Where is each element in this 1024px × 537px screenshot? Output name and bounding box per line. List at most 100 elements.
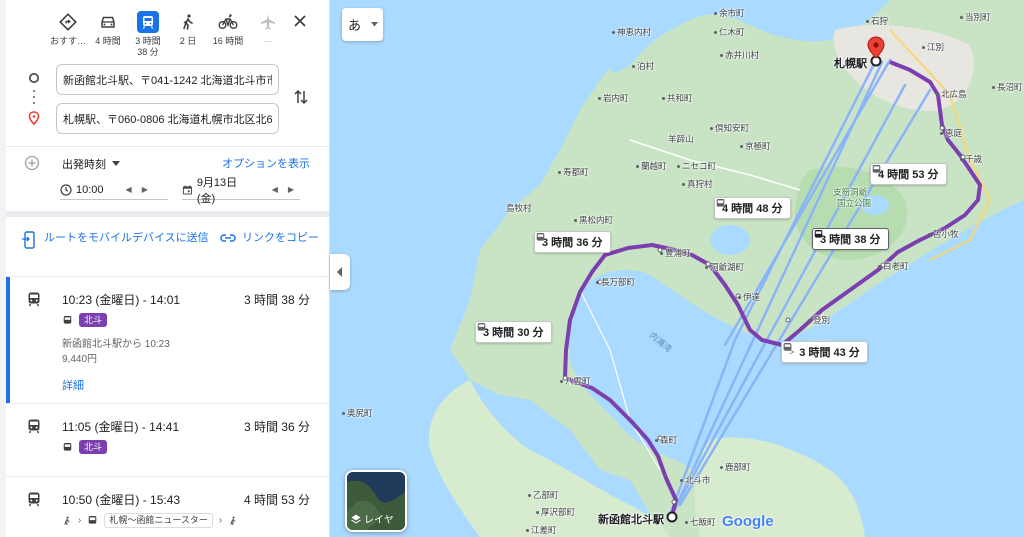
place-label: 苫小牧 (928, 228, 959, 240)
bus-icon (89, 516, 97, 524)
section-separator (6, 211, 329, 217)
place-label: 長沼町 (992, 81, 1023, 93)
route-callout-3h43[interactable]: > 3 時間 43 分 (781, 341, 868, 363)
origin-circle-icon (29, 73, 39, 83)
place-label: 赤井川村 (720, 49, 759, 61)
place-label: 乙部町 (528, 489, 559, 501)
train-small-icon (63, 315, 72, 324)
clock-icon (60, 183, 72, 196)
chevron-left-icon[interactable]: ◀ (126, 185, 132, 194)
swap-endpoints-button[interactable] (291, 86, 311, 108)
bus-icon (716, 199, 725, 207)
line-badge: 北斗 (79, 313, 108, 327)
route-callout-3h38-selected[interactable]: 3 時間 38 分 (812, 228, 889, 250)
route-time-range: 10:50 (金曜日) - 15:43 (62, 493, 181, 507)
route-duration: 4 時間 53 分 (243, 493, 310, 507)
send-to-mobile-button[interactable]: ルートをモバイルデバイスに送信 (22, 231, 212, 249)
route-callout-4h48[interactable]: 4 時間 48 分 (714, 197, 791, 219)
mode-transit[interactable]: 3 時間 38 分 (128, 8, 168, 62)
place-label: 長万部町 (596, 276, 635, 288)
route-duration: 3 時間 38 分 (243, 293, 310, 307)
place-label: 国立公園 (837, 198, 872, 208)
collapse-panel-button[interactable] (330, 254, 350, 290)
datetime-row: 10:00 ◀ ▶ 9月13日(金) ◀ ▶ (60, 177, 300, 205)
mode-walk[interactable]: 2 日 (168, 8, 208, 62)
place-label: 厚沢部町 (536, 506, 575, 518)
place-label: 江別 (922, 41, 944, 53)
airplane-icon (257, 11, 279, 33)
lake-toya (710, 225, 750, 255)
walk-icon (177, 11, 199, 33)
time-stepper[interactable]: ◀ ▶ (126, 185, 148, 194)
route-duration: 3 時間 36 分 (243, 420, 310, 434)
place-label: 千歳 (960, 153, 982, 165)
map-canvas[interactable]: 余市町 仁木町 赤井川村 神恵内村 泊村 共和町 岩内町 倶知安町 羊蹄山 ニセ… (330, 0, 1024, 537)
place-label: 黒松内町 (574, 214, 613, 226)
google-logo-text: Google (722, 513, 774, 530)
chevron-right-icon[interactable]: ▶ (288, 185, 294, 194)
bus-line-chip: 札幌～函館ニュースター (104, 513, 213, 528)
destination-station-label[interactable]: 札幌駅 (834, 55, 867, 71)
layers-button[interactable]: レイヤ (345, 470, 407, 532)
route-lines: 北斗 (62, 313, 108, 327)
route-details-link[interactable]: 詳細 (62, 377, 84, 393)
train-icon (28, 419, 40, 434)
ime-label: あ (348, 18, 362, 33)
walk-small-icon (64, 516, 70, 525)
train-icon (137, 11, 159, 33)
place-label: 当別町 (960, 11, 991, 23)
route-time-range: 10:23 (金曜日) - 14:01 (62, 293, 181, 307)
mode-label-line1: 3 時間 (135, 36, 161, 46)
show-options-link[interactable]: オプションを表示 (222, 155, 310, 171)
mode-label: おすす… (49, 36, 86, 46)
route-option-1[interactable]: 10:23 (金曜日) - 14:01 3 時間 38 分 北斗 新函館北斗駅か… (6, 276, 329, 403)
selected-route-indicator (6, 277, 10, 403)
copy-link-label: リンクをコピー (242, 232, 319, 244)
chevron-right-icon: › (218, 515, 223, 526)
chevron-right-icon[interactable]: ▶ (142, 185, 148, 194)
walk-small-icon (230, 516, 236, 525)
mode-bicycle[interactable]: 16 時間 (208, 8, 248, 62)
destination-input[interactable] (56, 103, 279, 134)
origin-station-label[interactable]: 新函館北斗駅 (598, 511, 664, 527)
mode-car[interactable]: 4 時間 (88, 8, 128, 62)
route-option-2[interactable]: 11:05 (金曜日) - 14:41 3 時間 36 分 北斗 (6, 403, 329, 476)
route-callout-3h30[interactable]: 3 時間 30 分 (475, 321, 552, 343)
place-label: 石狩 (866, 15, 888, 27)
route-callout-4h53[interactable]: 4 時間 53 分 (870, 163, 947, 185)
origin-station-marker[interactable] (666, 511, 678, 523)
copy-link-button[interactable]: リンクをコピー (220, 231, 320, 246)
train-icon (477, 323, 486, 331)
place-label: 白老町 (878, 260, 909, 272)
place-label: 七飯町 (685, 516, 716, 528)
place-label: 恵庭 (940, 127, 962, 139)
mode-label-line2: 38 分 (137, 47, 159, 57)
mode-label: 2 日 (179, 36, 197, 46)
add-destination-icon[interactable] (24, 155, 40, 171)
train-icon (28, 292, 40, 307)
mode-recommended[interactable]: おすす… (48, 8, 88, 62)
place-label: 寿都町 (558, 166, 589, 178)
place-label: 岩内町 (598, 92, 629, 104)
place-label: 鹿部町 (720, 461, 751, 473)
origin-input[interactable] (56, 64, 279, 95)
route-callout-3h36[interactable]: 3 時間 36 分 (534, 231, 611, 253)
route-option-3[interactable]: 10:50 (金曜日) - 15:43 4 時間 53 分 › 札幌～函館ニュー… (6, 476, 329, 537)
caret-down-icon (371, 22, 379, 27)
link-icon (220, 234, 236, 242)
route-departure-detail: 新函館北斗駅から 10:23 (62, 339, 170, 350)
departure-type-dropdown[interactable]: 出発時刻 (62, 156, 120, 172)
date-picker[interactable]: 9月13日(金) ◀ ▶ (182, 177, 300, 205)
close-directions-button[interactable] (289, 10, 311, 32)
place-label: 北斗市 (680, 474, 711, 486)
time-picker[interactable]: 10:00 ◀ ▶ (60, 180, 168, 200)
place-label: 八雲町 (560, 375, 591, 387)
route-fare: 9,440円 (62, 354, 98, 365)
mode-flight[interactable]: — (248, 8, 288, 62)
route-lines: › 札幌～函館ニュースター › (62, 513, 238, 528)
chevron-left-icon[interactable]: ◀ (272, 185, 278, 194)
input-method-button[interactable]: あ (342, 8, 383, 41)
train-icon (536, 233, 545, 241)
endpoint-markers (27, 70, 41, 130)
date-stepper[interactable]: ◀ ▶ (272, 185, 294, 194)
